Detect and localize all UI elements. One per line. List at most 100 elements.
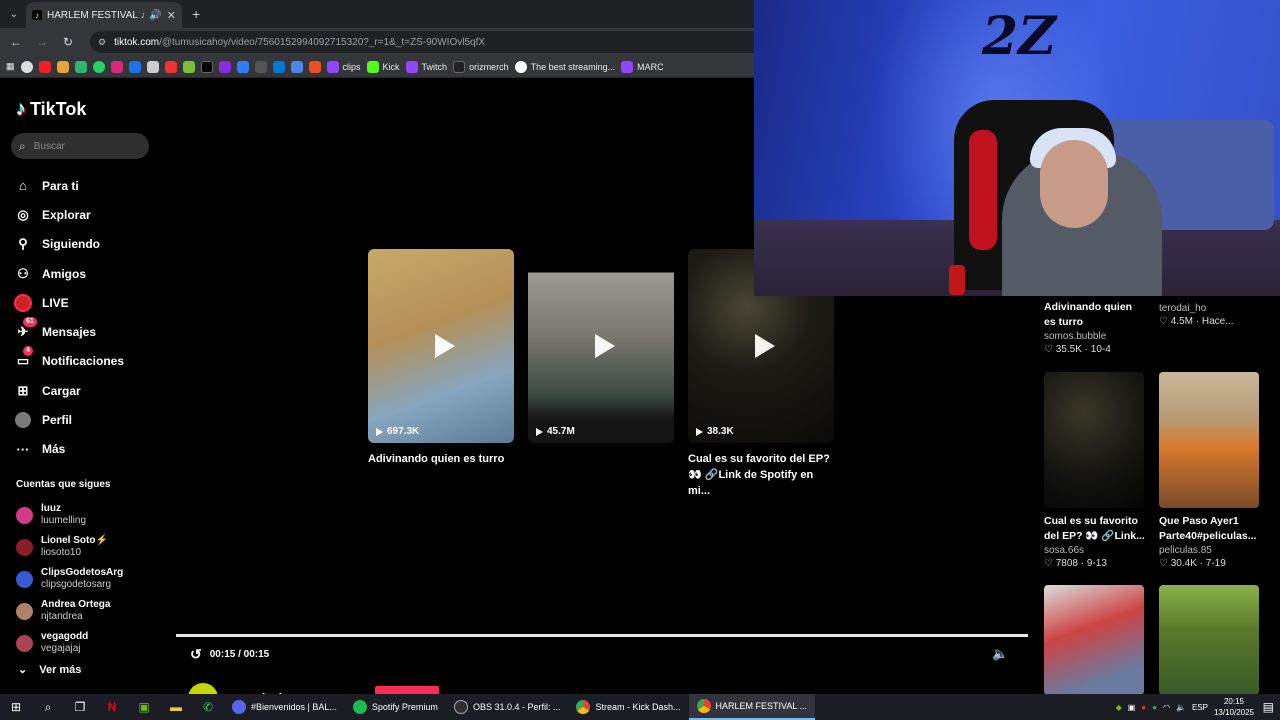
recommended-item[interactable] — [1159, 585, 1261, 695]
new-tab-button[interactable]: + — [192, 6, 200, 22]
play-icon — [755, 334, 775, 358]
following-item[interactable]: ClipsGodetosArg clipsgodetosarg — [16, 563, 156, 595]
home-icon: ⌂ — [19, 178, 27, 194]
video-thumbnail[interactable] — [1044, 372, 1144, 508]
search-icon[interactable]: ⌕ — [32, 694, 64, 720]
video-thumbnail[interactable] — [1159, 372, 1259, 508]
nav-mas[interactable]: ··· Más — [14, 435, 154, 464]
bookmark-twitch[interactable]: Twitch — [405, 60, 447, 73]
card-title[interactable]: Cual es su favorito del EP? 👀 🔗Link de S… — [688, 451, 834, 499]
bookmark-clips[interactable]: clips — [326, 60, 361, 73]
recommended-item[interactable]: Cual es su favorito del EP? 👀 🔗Link... s… — [1044, 372, 1146, 569]
taskbar-app-chrome-kick[interactable]: Stream - Kick Dash... — [568, 694, 688, 720]
bookmark-icon[interactable] — [164, 60, 177, 73]
nav-live[interactable]: LIVE — [14, 288, 154, 317]
tab-title: HARLEM FESTIVAL ♫ ♫ — [47, 9, 145, 21]
video-thumbnail[interactable]: 697.3K — [368, 249, 514, 443]
video-progress-bar[interactable] — [176, 634, 1028, 637]
nav-siguiendo[interactable]: ⚲ Siguiendo — [14, 230, 154, 259]
recommended-item[interactable]: Que Paso Ayer1 Parte40#peliculas... peli… — [1159, 372, 1261, 569]
speaker-icon[interactable]: 🔊 — [149, 10, 161, 21]
nav-mensajes[interactable]: ✈ 61 Mensajes — [14, 317, 154, 346]
apps-grid-icon[interactable]: ▦ — [6, 61, 15, 72]
bookmark-orizmerch[interactable]: orizmerch — [453, 60, 509, 73]
bookmark-streaming[interactable]: The best streaming... — [514, 60, 615, 73]
volume-icon[interactable]: 🔈 — [992, 646, 1008, 662]
video-thumbnail[interactable] — [1044, 585, 1144, 695]
youtube-bookmark-icon[interactable] — [38, 60, 51, 73]
whatsapp-bookmark-icon[interactable] — [92, 60, 105, 73]
following-item[interactable]: vegagodd vegajajaj — [16, 627, 156, 659]
tray-icon[interactable]: ▣ — [1128, 703, 1136, 712]
video-thumbnail[interactable]: 45.7M — [528, 249, 674, 443]
task-view-icon[interactable]: ❐ — [64, 694, 96, 720]
bookmark-icon[interactable] — [308, 60, 321, 73]
bookmark-icon[interactable] — [254, 60, 267, 73]
tray-icon[interactable]: ● — [1152, 703, 1157, 712]
taskbar-app-chrome-harlem[interactable]: HARLEM FESTIVAL ... — [688, 694, 816, 720]
recommended-item[interactable]: Adivinando quien es turro somos.bubble ♡… — [1044, 300, 1146, 355]
wifi-icon[interactable]: ◠ — [1163, 703, 1170, 712]
nav-explorar[interactable]: ◎ Explorar — [14, 200, 154, 229]
volume-icon[interactable]: 🔈 — [1176, 703, 1186, 712]
nav-notificaciones[interactable]: ▭ 4 Notificaciones — [14, 346, 154, 376]
bookmark-kick[interactable]: Kick — [366, 60, 400, 73]
following-title: Cuentas que sigues — [16, 479, 111, 490]
following-item[interactable]: Lionel Soto⚡ liosoto10 — [16, 531, 156, 563]
nav-para-ti[interactable]: ⌂ Para ti — [14, 171, 154, 200]
site-info-icon[interactable]: ⚙ — [98, 37, 106, 48]
nav-amigos[interactable]: ⚇ Amigos — [14, 259, 154, 288]
play-icon — [435, 334, 455, 358]
file-explorer-icon[interactable]: ▬ — [160, 694, 192, 720]
nvidia-icon[interactable]: ▣ — [128, 694, 160, 720]
suggestion-card[interactable]: 697.3K Adivinando quien es turro — [368, 249, 514, 499]
forward-button[interactable]: → — [34, 35, 50, 49]
recommended-item[interactable]: terodai_ho ♡ 4.5M · Hace... — [1159, 302, 1261, 327]
discord-icon — [232, 700, 246, 714]
video-thumbnail[interactable] — [1159, 585, 1259, 695]
notification-center-icon[interactable]: ▤ — [1263, 700, 1274, 714]
replay-icon[interactable]: ↺ — [190, 646, 202, 663]
bookmark-icon[interactable] — [182, 60, 195, 73]
bookmark-icon[interactable] — [128, 60, 141, 73]
taskbar-app-discord[interactable]: #Bienvenidos | BAL... — [224, 694, 345, 720]
tiktok-logo[interactable]: ♪ TikTok — [16, 98, 86, 121]
bookmark-icon[interactable] — [56, 60, 69, 73]
google-bookmark-icon[interactable] — [20, 60, 33, 73]
nav-perfil[interactable]: Perfil — [14, 405, 154, 434]
bookmark-icon[interactable] — [290, 60, 303, 73]
bookmark-icon[interactable] — [146, 60, 159, 73]
reload-button[interactable]: ↻ — [60, 35, 76, 49]
windows-start-icon[interactable]: ⊞ — [0, 694, 32, 720]
tiktok-favicon-icon: ♪ — [32, 10, 42, 20]
bookmark-icon[interactable] — [74, 60, 87, 73]
following-item[interactable]: luuz luumelling — [16, 499, 156, 531]
search-box[interactable]: ⌕ — [11, 133, 149, 159]
bookmark-icon[interactable] — [218, 60, 231, 73]
taskbar-app-obs[interactable]: OBS 31.0.4 - Perfil: ... — [446, 694, 569, 720]
clock[interactable]: 20:15 13/10/2025 — [1214, 696, 1254, 718]
recommended-item[interactable] — [1044, 585, 1146, 695]
whatsapp-icon[interactable]: ✆ — [192, 694, 224, 720]
bookmark-marc[interactable]: MARC — [621, 60, 664, 73]
see-more-button[interactable]: ⌄ Ver más — [18, 663, 81, 677]
nav-cargar[interactable]: ⊞ Cargar — [14, 376, 154, 405]
card-title[interactable]: Adivinando quien es turro — [368, 451, 514, 467]
instagram-bookmark-icon[interactable] — [110, 60, 123, 73]
netflix-icon[interactable]: N — [96, 694, 128, 720]
back-button[interactable]: ← — [8, 35, 24, 49]
tab-search-button[interactable]: ⌄ — [2, 3, 26, 25]
outlook-bookmark-icon[interactable] — [272, 60, 285, 73]
tray-icon[interactable]: ● — [1141, 703, 1146, 712]
language-indicator[interactable]: ESP — [1192, 703, 1208, 712]
close-tab-icon[interactable]: ✕ — [167, 9, 176, 22]
search-input[interactable] — [33, 140, 134, 152]
following-item[interactable]: Andrea Ortega njtandrea — [16, 595, 156, 627]
tiktok-bookmark-icon[interactable] — [200, 60, 213, 73]
bookmark-icon[interactable] — [236, 60, 249, 73]
browser-tab-active[interactable]: ♪ HARLEM FESTIVAL ♫ ♫ 🔊 ✕ — [26, 2, 182, 28]
tray-icon[interactable]: ◆ — [1116, 703, 1122, 712]
suggestion-card[interactable]: 45.7M — [528, 249, 674, 499]
profile-icon — [14, 411, 32, 429]
taskbar-app-spotify[interactable]: Spotify Premium — [345, 694, 446, 720]
